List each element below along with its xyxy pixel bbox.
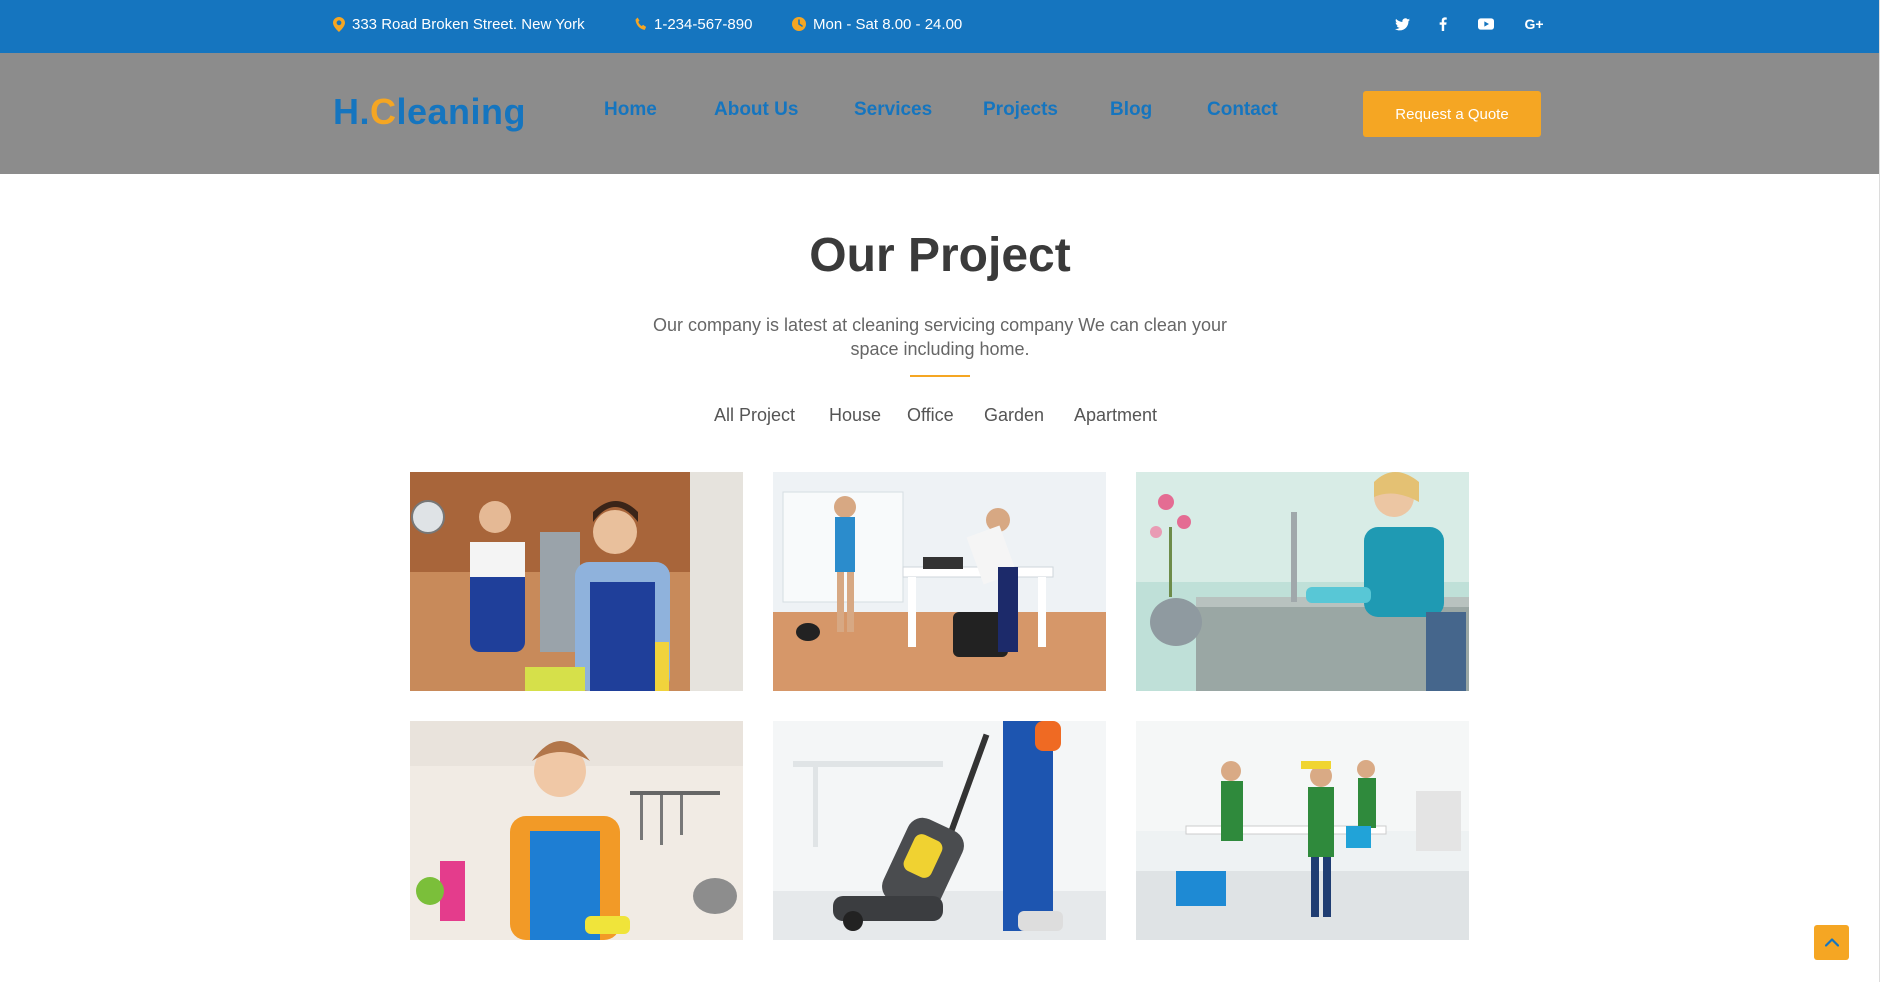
nav-services[interactable]: Services — [854, 99, 932, 121]
top-info-bar: 333 Road Broken Street. New York 1-234-5… — [0, 0, 1880, 53]
address-text: 333 Road Broken Street. New York — [352, 15, 585, 33]
twitter-icon[interactable] — [1388, 10, 1416, 38]
nav-about-us[interactable]: About Us — [714, 99, 798, 121]
project-image-3[interactable] — [1136, 472, 1469, 691]
section-subtitle: Our company is latest at cleaning servic… — [653, 315, 1227, 359]
filter-garden[interactable]: Garden — [984, 405, 1044, 426]
nav-home[interactable]: Home — [604, 99, 657, 121]
hours-info: Mon - Sat 8.00 - 24.00 — [792, 0, 962, 48]
filter-house[interactable]: House — [829, 405, 881, 426]
nav-contact[interactable]: Contact — [1207, 99, 1278, 121]
project-image-5[interactable] — [773, 721, 1106, 940]
facebook-icon[interactable] — [1429, 10, 1457, 38]
section-title: Our Project — [809, 229, 1071, 282]
back-to-top-button[interactable] — [1814, 925, 1849, 960]
address-info: 333 Road Broken Street. New York — [333, 0, 585, 48]
filter-all-project[interactable]: All Project — [714, 405, 795, 426]
youtube-icon[interactable] — [1472, 10, 1500, 38]
project-image-1[interactable] — [410, 472, 743, 691]
hours-text: Mon - Sat 8.00 - 24.00 — [813, 15, 963, 33]
project-image-6[interactable] — [1136, 721, 1469, 940]
main-header: H.Cleaning Home About Us Services Projec… — [0, 53, 1880, 174]
site-logo[interactable]: H.Cleaning — [333, 91, 526, 133]
chevron-up-icon — [1824, 934, 1839, 952]
filter-office[interactable]: Office — [907, 405, 954, 426]
phone-text: 1-234-567-890 — [654, 15, 753, 33]
logo-prefix: H. — [333, 91, 370, 132]
clock-icon — [792, 17, 806, 31]
nav-projects[interactable]: Projects — [983, 99, 1058, 121]
google-plus-label: G+ — [1524, 16, 1544, 32]
filter-apartment[interactable]: Apartment — [1074, 405, 1157, 426]
request-quote-button[interactable]: Request a Quote — [1363, 91, 1541, 137]
phone-info[interactable]: 1-234-567-890 — [635, 0, 752, 48]
project-image-2[interactable] — [773, 472, 1106, 691]
logo-rest: leaning — [396, 91, 527, 132]
nav-blog[interactable]: Blog — [1110, 99, 1152, 121]
phone-icon — [635, 17, 647, 31]
map-pin-icon — [333, 16, 345, 32]
project-image-4[interactable] — [410, 721, 743, 940]
logo-c: C — [370, 91, 397, 132]
google-plus-icon[interactable]: G+ — [1520, 10, 1548, 38]
title-divider — [910, 375, 970, 377]
